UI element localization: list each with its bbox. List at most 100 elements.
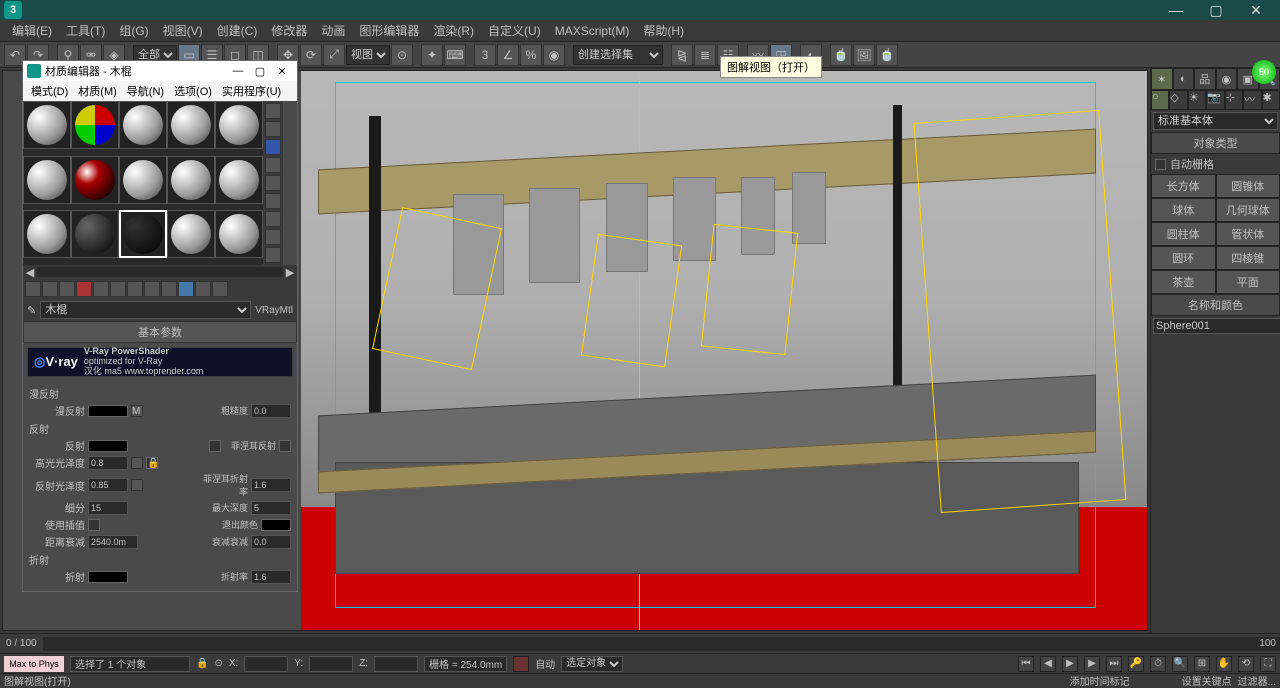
dialog-maximize-button[interactable]: ▢ — [249, 65, 271, 78]
menu-group[interactable]: 组(G) — [113, 20, 154, 41]
coord-z-field[interactable] — [374, 656, 418, 672]
assign-to-selection-button[interactable] — [59, 281, 75, 297]
play-button[interactable]: ▶ — [1062, 656, 1078, 672]
window-minimize-button[interactable]: — — [1156, 0, 1196, 20]
add-time-tag-button[interactable]: 添加时间标记 — [1070, 673, 1130, 688]
window-close-button[interactable]: ✕ — [1236, 0, 1276, 20]
subtab-cameras[interactable]: 📷 — [1206, 90, 1224, 110]
mat-menu-options[interactable]: 选项(O) — [170, 83, 216, 99]
object-name-input[interactable] — [1153, 318, 1280, 334]
sample-slot[interactable] — [71, 210, 119, 258]
menu-modifiers[interactable]: 修改器 — [265, 20, 313, 41]
show-in-viewport-button[interactable] — [161, 281, 177, 297]
subtab-helpers[interactable]: ⊹ — [1225, 90, 1243, 110]
time-ruler[interactable] — [43, 637, 1280, 651]
rollout-object-type[interactable]: 对象类型 — [1151, 132, 1280, 154]
next-frame-button[interactable]: ▶ — [1084, 656, 1100, 672]
menu-grapheditors[interactable]: 图形编辑器 — [353, 20, 425, 41]
put-to-library-button[interactable] — [127, 281, 143, 297]
sample-slot[interactable] — [119, 101, 167, 149]
sample-scrollbar[interactable]: ◀ ▶ — [23, 265, 297, 279]
menu-create[interactable]: 创建(C) — [211, 20, 264, 41]
subtab-spacewarps[interactable]: 〰 — [1243, 90, 1261, 110]
background-button[interactable] — [265, 139, 281, 155]
pan-button[interactable]: ✋ — [1216, 656, 1232, 672]
menu-help[interactable]: 帮助(H) — [637, 20, 690, 41]
time-slider[interactable]: 0 / 100 100 — [0, 633, 1280, 653]
sample-slot[interactable] — [215, 210, 263, 258]
reflect-color-swatch[interactable] — [88, 440, 128, 452]
material-id-button[interactable] — [144, 281, 160, 297]
menu-edit[interactable]: 编辑(E) — [6, 20, 58, 41]
tab-create[interactable]: ✶ — [1151, 68, 1173, 90]
dim-dist-spinner[interactable]: 2540.0m — [88, 535, 138, 549]
material-type-button[interactable]: VRayMtl — [255, 305, 293, 316]
scroll-left-icon[interactable]: ◀ — [23, 266, 37, 279]
time-config-button[interactable]: ⏱ — [1150, 656, 1166, 672]
sample-slot[interactable] — [23, 101, 71, 149]
max-depth-spinner[interactable]: 5 — [251, 501, 291, 515]
isolate-icon[interactable]: ⊙ — [214, 658, 222, 669]
subtab-lights[interactable]: ☀ — [1188, 90, 1206, 110]
go-to-parent-button[interactable] — [195, 281, 211, 297]
sample-slot[interactable] — [23, 210, 71, 258]
sample-slot[interactable] — [215, 156, 263, 204]
menu-animation[interactable]: 动画 — [315, 20, 351, 41]
rollout-basic-params[interactable]: 基本参数 — [23, 321, 297, 343]
primitive-pyramid[interactable]: 四棱锥 — [1216, 246, 1280, 270]
material-editor-titlebar[interactable]: 材质编辑器 - 木棍 — ▢ ✕ — [23, 61, 297, 81]
sample-slot-selected[interactable] — [119, 210, 167, 258]
menu-customize[interactable]: 自定义(U) — [482, 20, 547, 41]
options-button[interactable] — [265, 211, 281, 227]
reset-map-button[interactable] — [76, 281, 92, 297]
material-name-dropdown[interactable]: 木棍 — [40, 301, 251, 319]
lock-hilight-checkbox[interactable] — [209, 440, 221, 452]
zoom-button[interactable]: 🔍 — [1172, 656, 1188, 672]
primitive-cone[interactable]: 圆锥体 — [1216, 174, 1280, 198]
tab-hierarchy[interactable]: 品 — [1194, 68, 1216, 90]
primitive-torus[interactable]: 圆环 — [1151, 246, 1216, 270]
menu-maxscript[interactable]: MAXScript(M) — [549, 22, 636, 40]
refract-color-swatch[interactable] — [88, 571, 128, 583]
sample-type-button[interactable] — [265, 103, 281, 119]
subtab-geometry[interactable]: ○ — [1151, 90, 1169, 110]
goto-end-button[interactable]: ⏭ — [1106, 656, 1122, 672]
tab-modify[interactable]: ◐ — [1173, 68, 1195, 90]
mat-menu-navigation[interactable]: 导航(N) — [123, 83, 168, 99]
geometry-category-dropdown[interactable]: 标准基本体 — [1153, 112, 1278, 130]
ime-indicator-icon[interactable]: 50 — [1252, 60, 1276, 84]
lock-button[interactable]: 🔒 — [146, 457, 158, 469]
scroll-right-icon[interactable]: ▶ — [283, 266, 297, 279]
primitive-geosphere[interactable]: 几何球体 — [1216, 198, 1280, 222]
subtab-systems[interactable]: ✱ — [1262, 90, 1280, 110]
coord-x-field[interactable] — [244, 656, 288, 672]
sample-uv-button[interactable] — [265, 157, 281, 173]
dim-falloff-spinner[interactable]: 0.0 — [251, 535, 291, 549]
select-by-material-button[interactable] — [265, 229, 281, 245]
pick-material-icon[interactable]: ✎ — [27, 304, 36, 317]
primitive-tube[interactable]: 管状体 — [1216, 222, 1280, 246]
sample-slot[interactable] — [167, 156, 215, 204]
exit-color-swatch[interactable] — [261, 519, 291, 531]
key-mode-button[interactable]: 🔑 — [1128, 656, 1144, 672]
subtab-shapes[interactable]: ◇ — [1169, 90, 1187, 110]
maxscript-mini-listener[interactable]: Max to Phys — [4, 656, 64, 672]
tab-motion[interactable]: ◉ — [1216, 68, 1238, 90]
primitive-plane[interactable]: 平面 — [1216, 270, 1280, 294]
arc-rotate-button[interactable]: ⟲ — [1238, 656, 1254, 672]
auto-key-button[interactable] — [513, 656, 529, 672]
window-maximize-button[interactable]: ▢ — [1196, 0, 1236, 20]
diffuse-color-swatch[interactable] — [88, 405, 128, 417]
get-material-button[interactable] — [25, 281, 41, 297]
menu-tools[interactable]: 工具(T) — [60, 20, 111, 41]
dialog-close-button[interactable]: ✕ — [271, 65, 293, 78]
fresnel-ior-spinner[interactable]: 1.6 — [251, 478, 291, 492]
diffuse-map-button[interactable]: M — [131, 405, 143, 417]
reflgloss-map-button[interactable] — [131, 479, 143, 491]
lock-selection-icon[interactable]: 🔒 — [196, 658, 208, 669]
mat-menu-modes[interactable]: 模式(D) — [27, 83, 72, 99]
primitive-cylinder[interactable]: 圆柱体 — [1151, 222, 1216, 246]
sample-slot[interactable] — [167, 210, 215, 258]
key-filters-button[interactable]: 过滤器... — [1238, 673, 1276, 688]
menu-views[interactable]: 视图(V) — [157, 20, 209, 41]
